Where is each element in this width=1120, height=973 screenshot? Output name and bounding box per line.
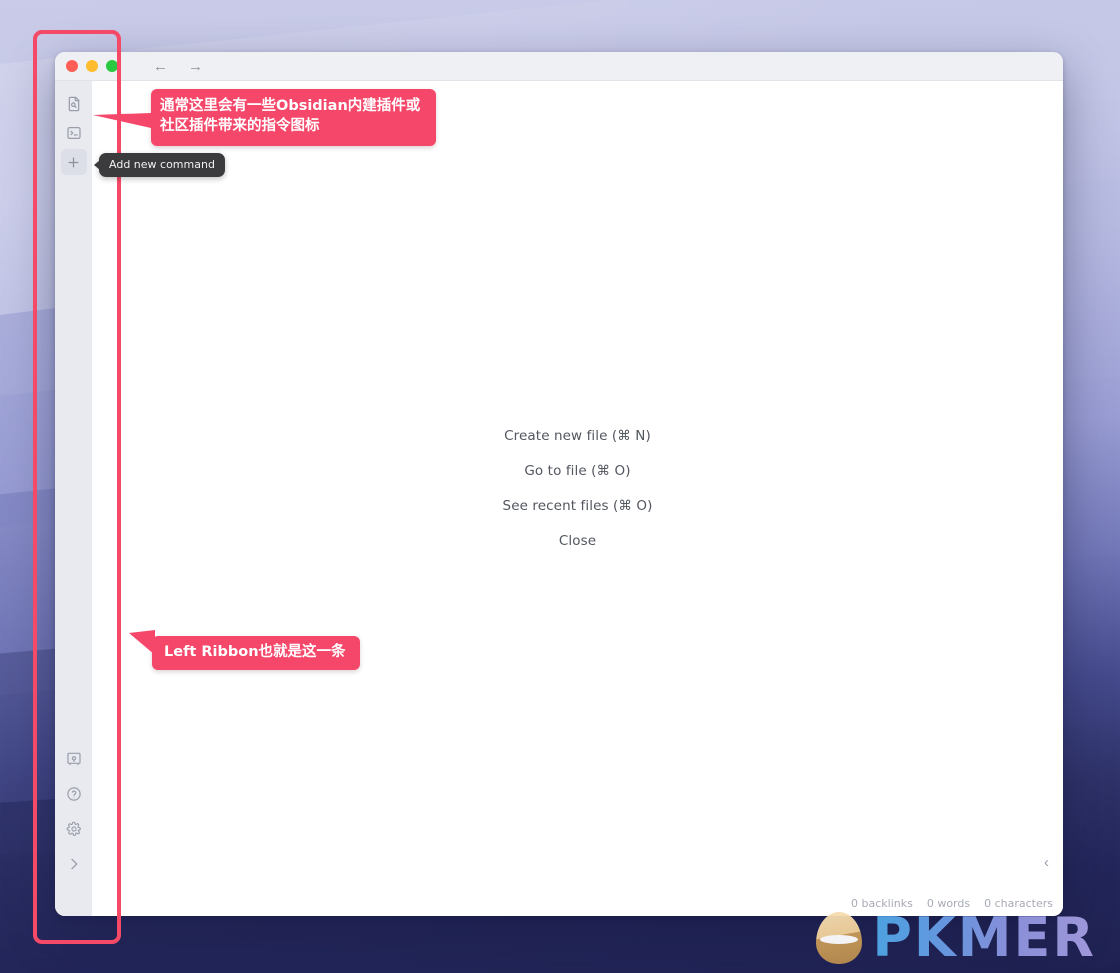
- forward-arrow-icon[interactable]: →: [188, 59, 203, 74]
- plus-icon: [66, 155, 81, 170]
- add-new-command-tooltip: Add new command: [99, 153, 225, 177]
- minimize-window-button[interactable]: [86, 60, 98, 72]
- settings-gear-icon: [66, 821, 82, 837]
- maximize-window-button[interactable]: [106, 60, 118, 72]
- pkmer-logo-icon: [816, 912, 863, 964]
- ribbon-bottom-group: [61, 746, 87, 916]
- callout-tail: [93, 113, 151, 128]
- navigation-arrows: ← →: [153, 59, 203, 74]
- pkmer-wordmark: PKMER: [872, 906, 1096, 969]
- callout-tail: [129, 630, 155, 655]
- see-recent-files-action[interactable]: See recent files (⌘ O): [503, 498, 653, 514]
- close-window-button[interactable]: [66, 60, 78, 72]
- terminal-icon: [66, 125, 82, 141]
- obsidian-app-window: ← → Create new file (⌘ N) Go to file (⌘ …: [55, 52, 1063, 916]
- annotation-callout-bottom-text: Left Ribbon也就是这一条: [164, 644, 346, 660]
- editor-pane: Create new file (⌘ N) Go to file (⌘ O) S…: [92, 81, 1063, 916]
- ribbon-item-expand-sidebar[interactable]: [61, 851, 87, 877]
- empty-state-actions: Create new file (⌘ N) Go to file (⌘ O) S…: [92, 81, 1063, 916]
- ribbon-item-file-search[interactable]: [61, 91, 87, 117]
- ribbon-item-settings[interactable]: [61, 816, 87, 842]
- file-search-icon: [66, 96, 82, 112]
- go-to-file-action[interactable]: Go to file (⌘ O): [524, 463, 630, 479]
- ribbon-item-add-new-command[interactable]: [60, 149, 87, 175]
- expand-right-sidebar-icon[interactable]: ‹: [1044, 855, 1049, 870]
- close-action[interactable]: Close: [559, 533, 596, 549]
- vault-icon: [66, 751, 82, 767]
- annotation-callout-top: 通常这里会有一些Obsidian内建插件或社区插件带来的指令图标: [93, 89, 436, 146]
- pkmer-watermark: PKMER: [816, 911, 1096, 965]
- create-new-file-action[interactable]: Create new file (⌘ N): [504, 428, 651, 444]
- chevron-right-icon: [66, 856, 82, 872]
- desktop-wallpaper: ← → Create new file (⌘ N) Go to file (⌘ …: [0, 0, 1120, 973]
- annotation-callout-top-text: 通常这里会有一些Obsidian内建插件或社区插件带来的指令图标: [160, 98, 421, 134]
- ribbon-item-open-vault[interactable]: [61, 746, 87, 772]
- left-ribbon: [55, 81, 92, 916]
- ribbon-item-help[interactable]: [61, 781, 87, 807]
- window-titlebar: ← →: [55, 52, 1063, 81]
- back-arrow-icon[interactable]: ←: [153, 59, 168, 74]
- ribbon-item-terminal[interactable]: [61, 120, 87, 146]
- annotation-callout-bottom: Left Ribbon也就是这一条: [129, 630, 360, 670]
- help-icon: [66, 786, 82, 802]
- window-body: Create new file (⌘ N) Go to file (⌘ O) S…: [55, 81, 1063, 916]
